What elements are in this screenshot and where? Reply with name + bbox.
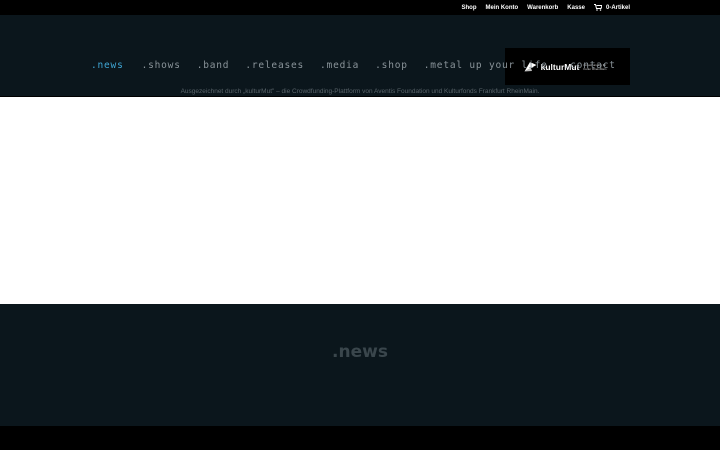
cart-icon <box>593 4 602 11</box>
nav-item-metal-up-your-life[interactable]: .metal up your life <box>424 60 548 71</box>
site-header: kulturMut Crowdfunding für Kultur RheinM… <box>0 15 720 96</box>
topbar-link-account[interactable]: Mein Konto <box>486 5 519 11</box>
nav-item-media[interactable]: .media <box>320 60 359 71</box>
main-navigation: .news .shows .band .releases .media .sho… <box>91 60 616 71</box>
nav-item-band[interactable]: .band <box>197 60 230 71</box>
topbar-link-shop[interactable]: Shop <box>462 5 477 11</box>
nav-item-releases[interactable]: .releases <box>245 60 304 71</box>
topbar-link-checkout[interactable]: Kasse <box>567 5 585 11</box>
top-bar: Shop Mein Konto Warenkorb Kasse 0-Artike… <box>0 0 720 15</box>
news-section-title: .news <box>332 342 388 362</box>
footer <box>0 426 720 450</box>
topbar-link-cart[interactable]: Warenkorb <box>527 5 558 11</box>
award-notice: Ausgezeichnet durch „kulturMut" – die Cr… <box>180 88 540 95</box>
nav-item-shop[interactable]: .shop <box>375 60 408 71</box>
news-section <box>0 304 720 426</box>
top-bar-links: Shop Mein Konto Warenkorb Kasse 0-Artike… <box>462 0 630 15</box>
cart-count-label: 0-Artikel <box>605 4 630 11</box>
content-area <box>0 97 720 304</box>
nav-item-shows[interactable]: .shows <box>142 60 181 71</box>
nav-item-contact[interactable]: .contact <box>564 60 616 71</box>
nav-item-news[interactable]: .news <box>91 60 124 71</box>
cart-button[interactable]: 0-Artikel <box>593 4 630 11</box>
